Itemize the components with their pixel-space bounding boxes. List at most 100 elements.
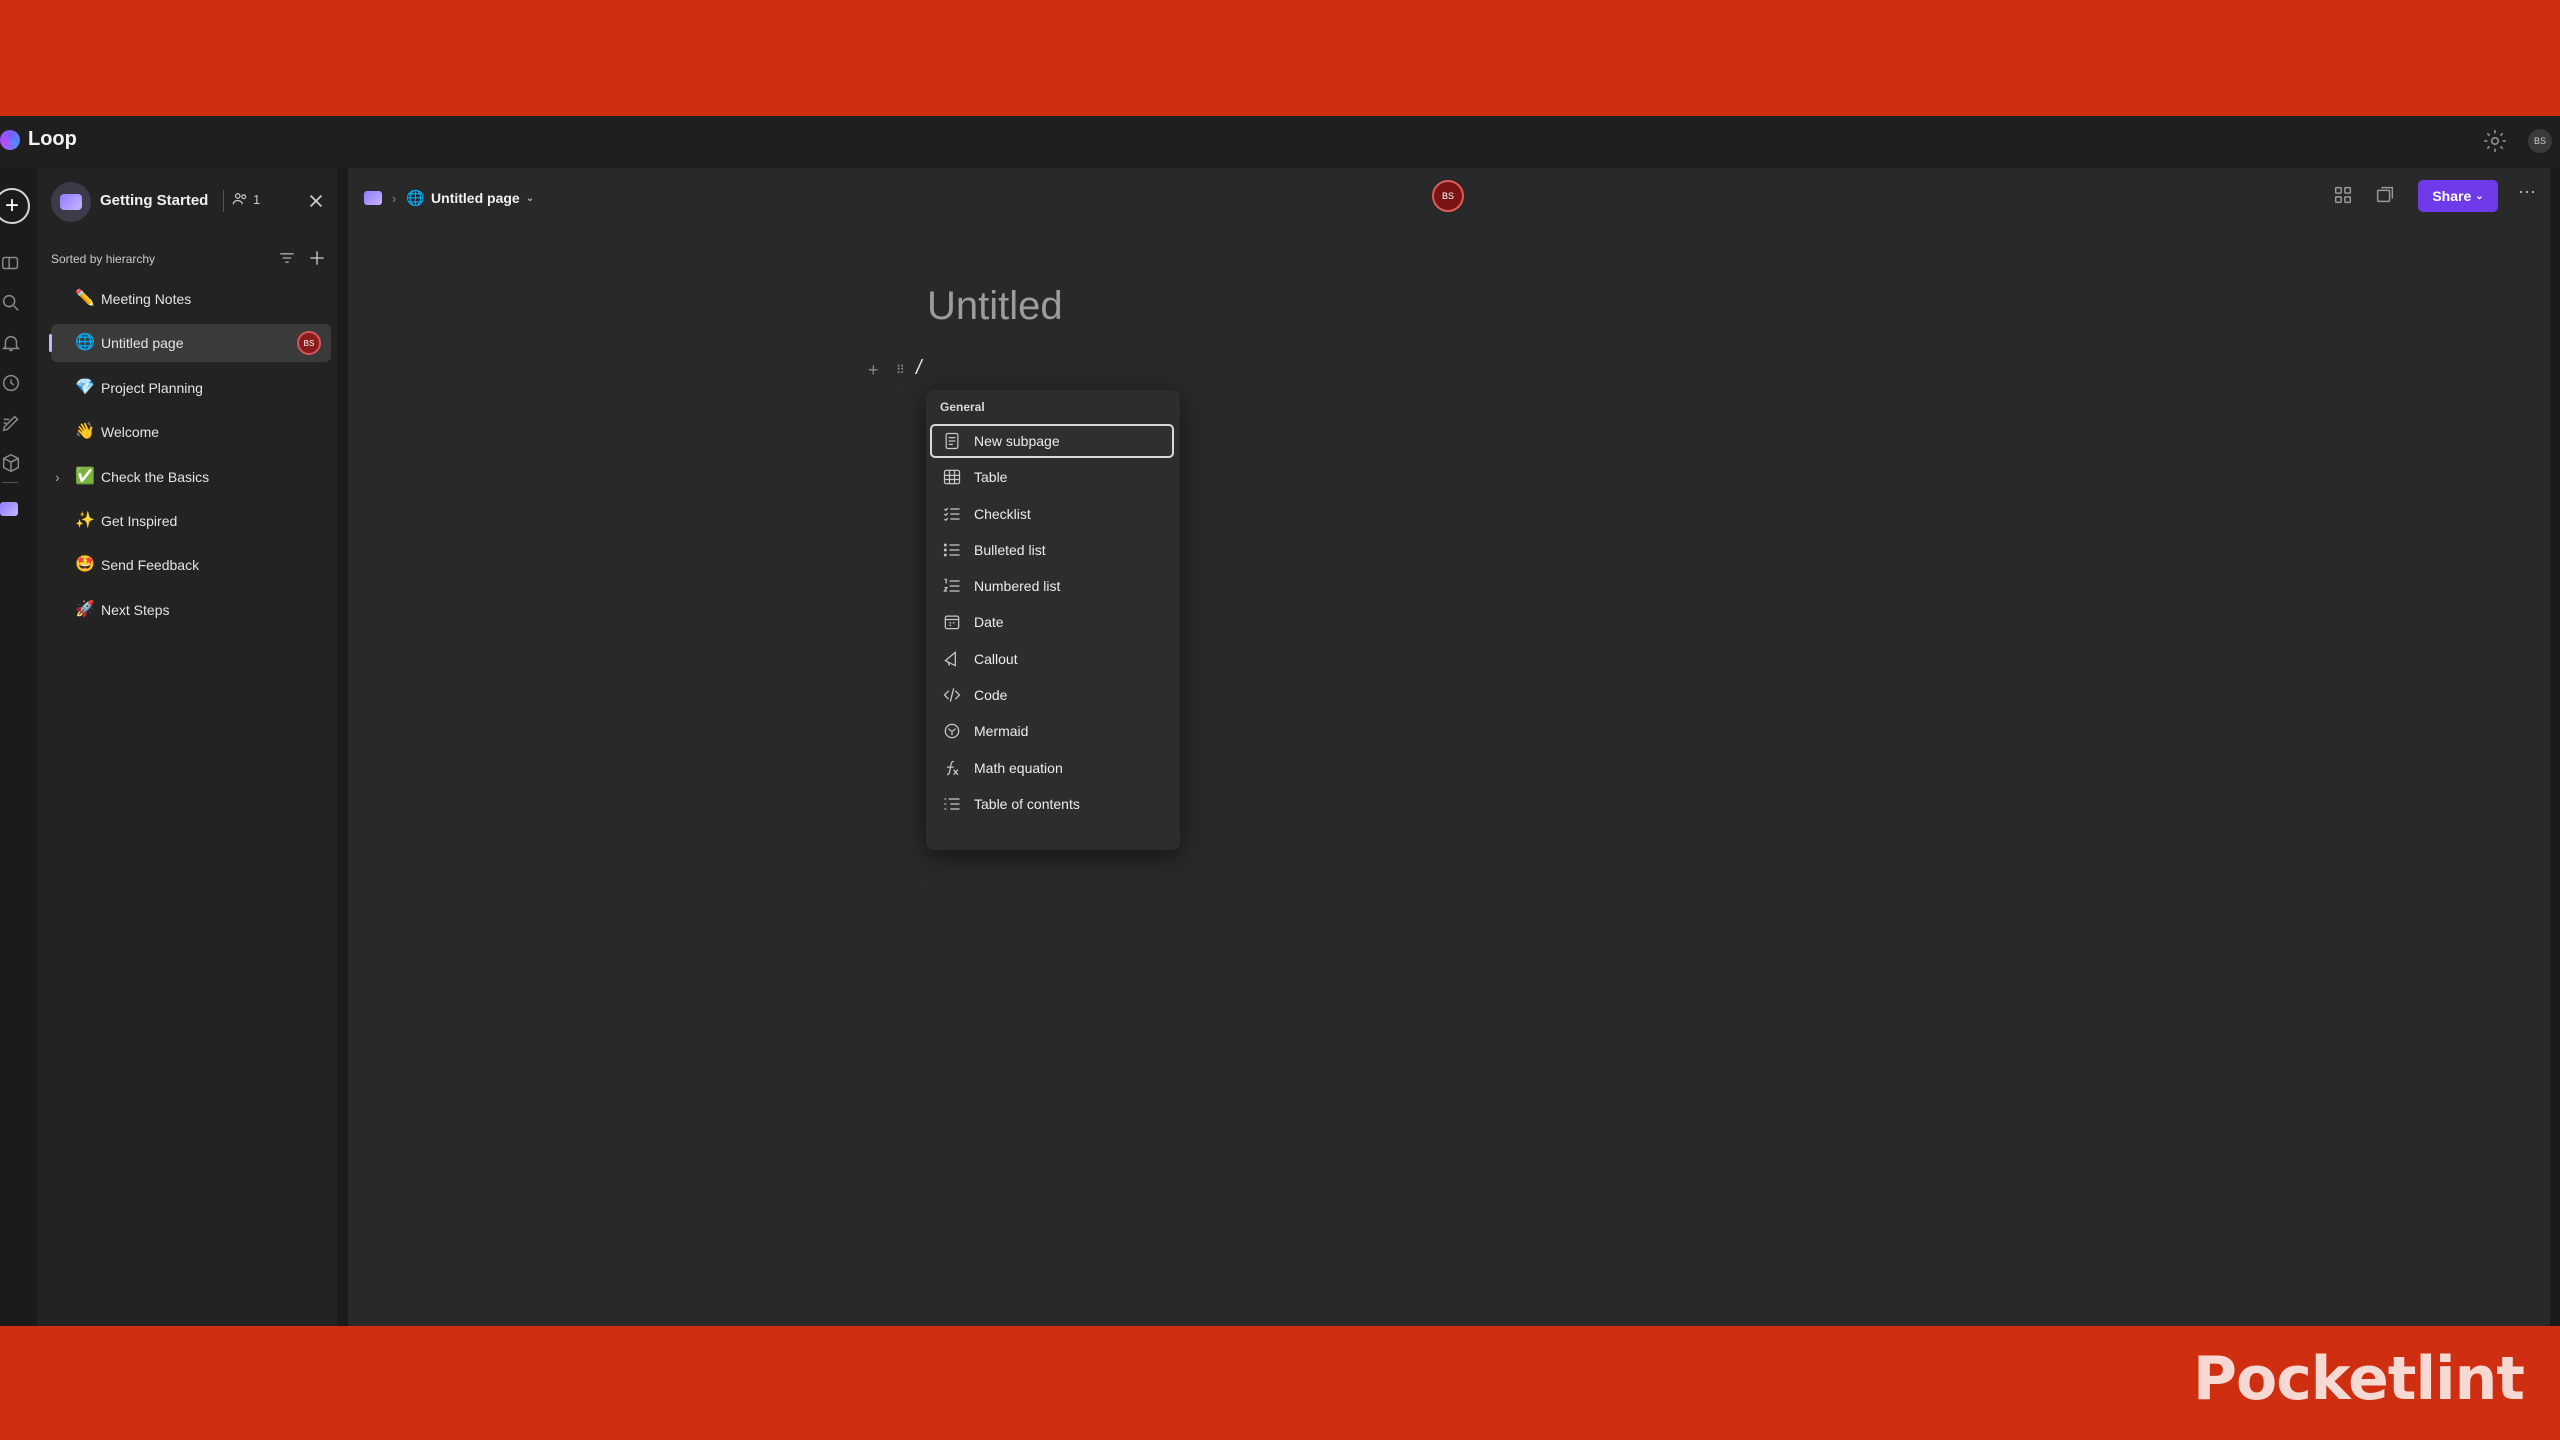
menu-item-label: Numbered list <box>974 578 1061 595</box>
breadcrumb-page-label: Untitled page <box>431 190 520 206</box>
notifications-bell-icon[interactable] <box>0 332 22 354</box>
menu-item-numbered-list[interactable]: Numbered list <box>930 569 1174 603</box>
sort-row: Sorted by hierarchy <box>51 248 331 270</box>
menu-item-callout[interactable]: Callout <box>930 642 1174 676</box>
search-icon[interactable] <box>0 292 22 314</box>
tree-item-label: Project Planning <box>101 379 203 396</box>
sort-label: Sorted by hierarchy <box>51 252 156 266</box>
workspace-title[interactable]: Getting Started <box>100 192 208 209</box>
chevron-down-icon: ⌄ <box>525 192 535 204</box>
menu-item-table-of-contents[interactable]: Table of contents <box>930 787 1174 821</box>
menu-section-header: General <box>940 400 985 414</box>
tree-item-send-feedback[interactable]: 🤩 Send Feedback <box>51 546 331 584</box>
header-divider <box>223 190 224 212</box>
tree-item-label: Welcome <box>101 424 160 441</box>
megaphone-icon <box>944 650 956 667</box>
app-title: Loop <box>28 128 77 150</box>
user-avatar[interactable]: BS <box>2528 129 2552 153</box>
globe-emoji-icon: 🌐 <box>75 334 95 352</box>
menu-item-math-equation[interactable]: Math equation <box>930 751 1174 785</box>
menu-item-mermaid[interactable]: Mermaid <box>930 714 1174 748</box>
menu-item-label: Mermaid <box>974 723 1029 740</box>
title-bar: Loop BS <box>0 116 2560 168</box>
globe-icon: 🌐 <box>406 190 426 207</box>
checklist-icon <box>944 507 960 521</box>
open-in-window-icon[interactable] <box>2374 184 2396 206</box>
function-icon <box>946 760 959 775</box>
menu-item-new-subpage[interactable]: New subpage <box>930 424 1174 458</box>
apps-grid-icon[interactable] <box>2332 184 2354 206</box>
menu-item-label: Bulleted list <box>974 541 1046 558</box>
calendar-icon <box>944 616 960 630</box>
tree-item-label: Get Inspired <box>101 512 178 529</box>
create-new-button[interactable]: + <box>0 188 30 224</box>
workspace-icon[interactable] <box>51 182 91 222</box>
presence-badge: BS <box>297 331 321 356</box>
chevron-right-icon: › <box>392 190 397 206</box>
mermaid-icon <box>944 724 960 739</box>
block-text[interactable]: / <box>916 357 922 380</box>
check-emoji-icon: ✅ <box>75 467 95 485</box>
page-tree: ✏️ Meeting Notes 🌐 Untitled page BS 💎 Pr… <box>49 280 331 635</box>
tree-item-get-inspired[interactable]: ✨ Get Inspired <box>51 502 331 540</box>
tree-item-check-the-basics[interactable]: › ✅ Check the Basics <box>51 458 331 496</box>
rail-divider <box>2 482 18 483</box>
tree-item-welcome[interactable]: 👋 Welcome <box>51 413 331 451</box>
drag-handle-icon[interactable]: ⠿ <box>896 360 910 380</box>
menu-item-label: Table of contents <box>974 795 1080 812</box>
people-icon <box>232 193 247 205</box>
tree-item-project-planning[interactable]: 💎 Project Planning <box>51 369 331 407</box>
chevron-down-icon: ⌄ <box>2475 190 2484 202</box>
more-options-icon[interactable]: ··· <box>2512 180 2542 210</box>
ideas-pen-icon[interactable] <box>0 412 22 434</box>
code-icon <box>943 688 961 702</box>
menu-item-label: New subpage <box>974 433 1060 449</box>
workspaces-icon[interactable] <box>0 252 22 274</box>
recent-clock-icon[interactable] <box>0 372 22 394</box>
close-icon[interactable] <box>303 188 329 214</box>
insert-menu: General New subpage Table Checklist Bull… <box>926 390 1180 850</box>
members-button[interactable]: 1 <box>231 190 260 208</box>
page-icon <box>945 432 959 450</box>
add-page-icon[interactable] <box>307 248 327 268</box>
tree-item-untitled-page[interactable]: 🌐 Untitled page BS <box>49 324 331 363</box>
menu-item-table[interactable]: Table <box>930 460 1174 494</box>
tree-item-label: Next Steps <box>101 601 170 618</box>
add-block-icon[interactable]: + <box>868 360 888 380</box>
workspace-header: Getting Started 1 <box>51 182 331 222</box>
share-label: Share <box>2432 188 2472 204</box>
brand-watermark: Pocketlint <box>2193 1344 2525 1414</box>
page-canvas: › 🌐 Untitled page ⌄ BS Share ⌄ ··· Untit… <box>348 168 2550 1326</box>
menu-item-label: Callout <box>974 650 1018 667</box>
pencil-emoji-icon: ✏️ <box>75 290 95 307</box>
tree-item-label: Check the Basics <box>101 468 210 485</box>
workspace-shortcut-icon[interactable] <box>0 502 18 516</box>
menu-item-date[interactable]: Date <box>930 605 1174 639</box>
templates-cube-icon[interactable] <box>0 452 22 474</box>
share-button[interactable]: Share ⌄ <box>2418 180 2498 212</box>
tree-item-next-steps[interactable]: 🚀 Next Steps <box>51 591 331 629</box>
menu-item-bulleted-list[interactable]: Bulleted list <box>930 533 1174 567</box>
settings-gear-icon[interactable] <box>2482 128 2508 154</box>
filter-icon[interactable] <box>277 248 297 268</box>
menu-item-code[interactable]: Code <box>930 678 1174 712</box>
loop-app-window: Loop BS + Getting Started 1 Sorted by hi… <box>0 116 2560 1326</box>
gem-emoji-icon: 💎 <box>75 378 95 396</box>
tree-item-meeting-notes[interactable]: ✏️ Meeting Notes <box>51 280 331 318</box>
left-rail: + <box>0 168 36 1326</box>
numbered-list-icon <box>943 578 960 592</box>
toc-icon <box>944 798 960 810</box>
chevron-right-icon[interactable]: › <box>55 469 60 485</box>
menu-item-label: Table <box>974 469 1008 486</box>
breadcrumb-page-button[interactable]: 🌐 Untitled page ⌄ <box>406 189 534 207</box>
menu-item-checklist[interactable]: Checklist <box>930 497 1174 531</box>
workspace-breadcrumb-icon[interactable] <box>364 191 382 205</box>
page-title-input[interactable]: Untitled <box>927 284 1063 329</box>
bulleted-list-icon <box>943 543 960 557</box>
workspace-sidebar: Getting Started 1 Sorted by hierarchy ✏️… <box>37 168 337 1326</box>
menu-item-label: Checklist <box>974 505 1031 522</box>
sparkles-emoji-icon: ✨ <box>75 511 95 529</box>
collaborator-avatar[interactable]: BS <box>1432 180 1464 212</box>
header-actions <box>2332 184 2396 206</box>
tree-item-label: Send Feedback <box>101 557 200 574</box>
